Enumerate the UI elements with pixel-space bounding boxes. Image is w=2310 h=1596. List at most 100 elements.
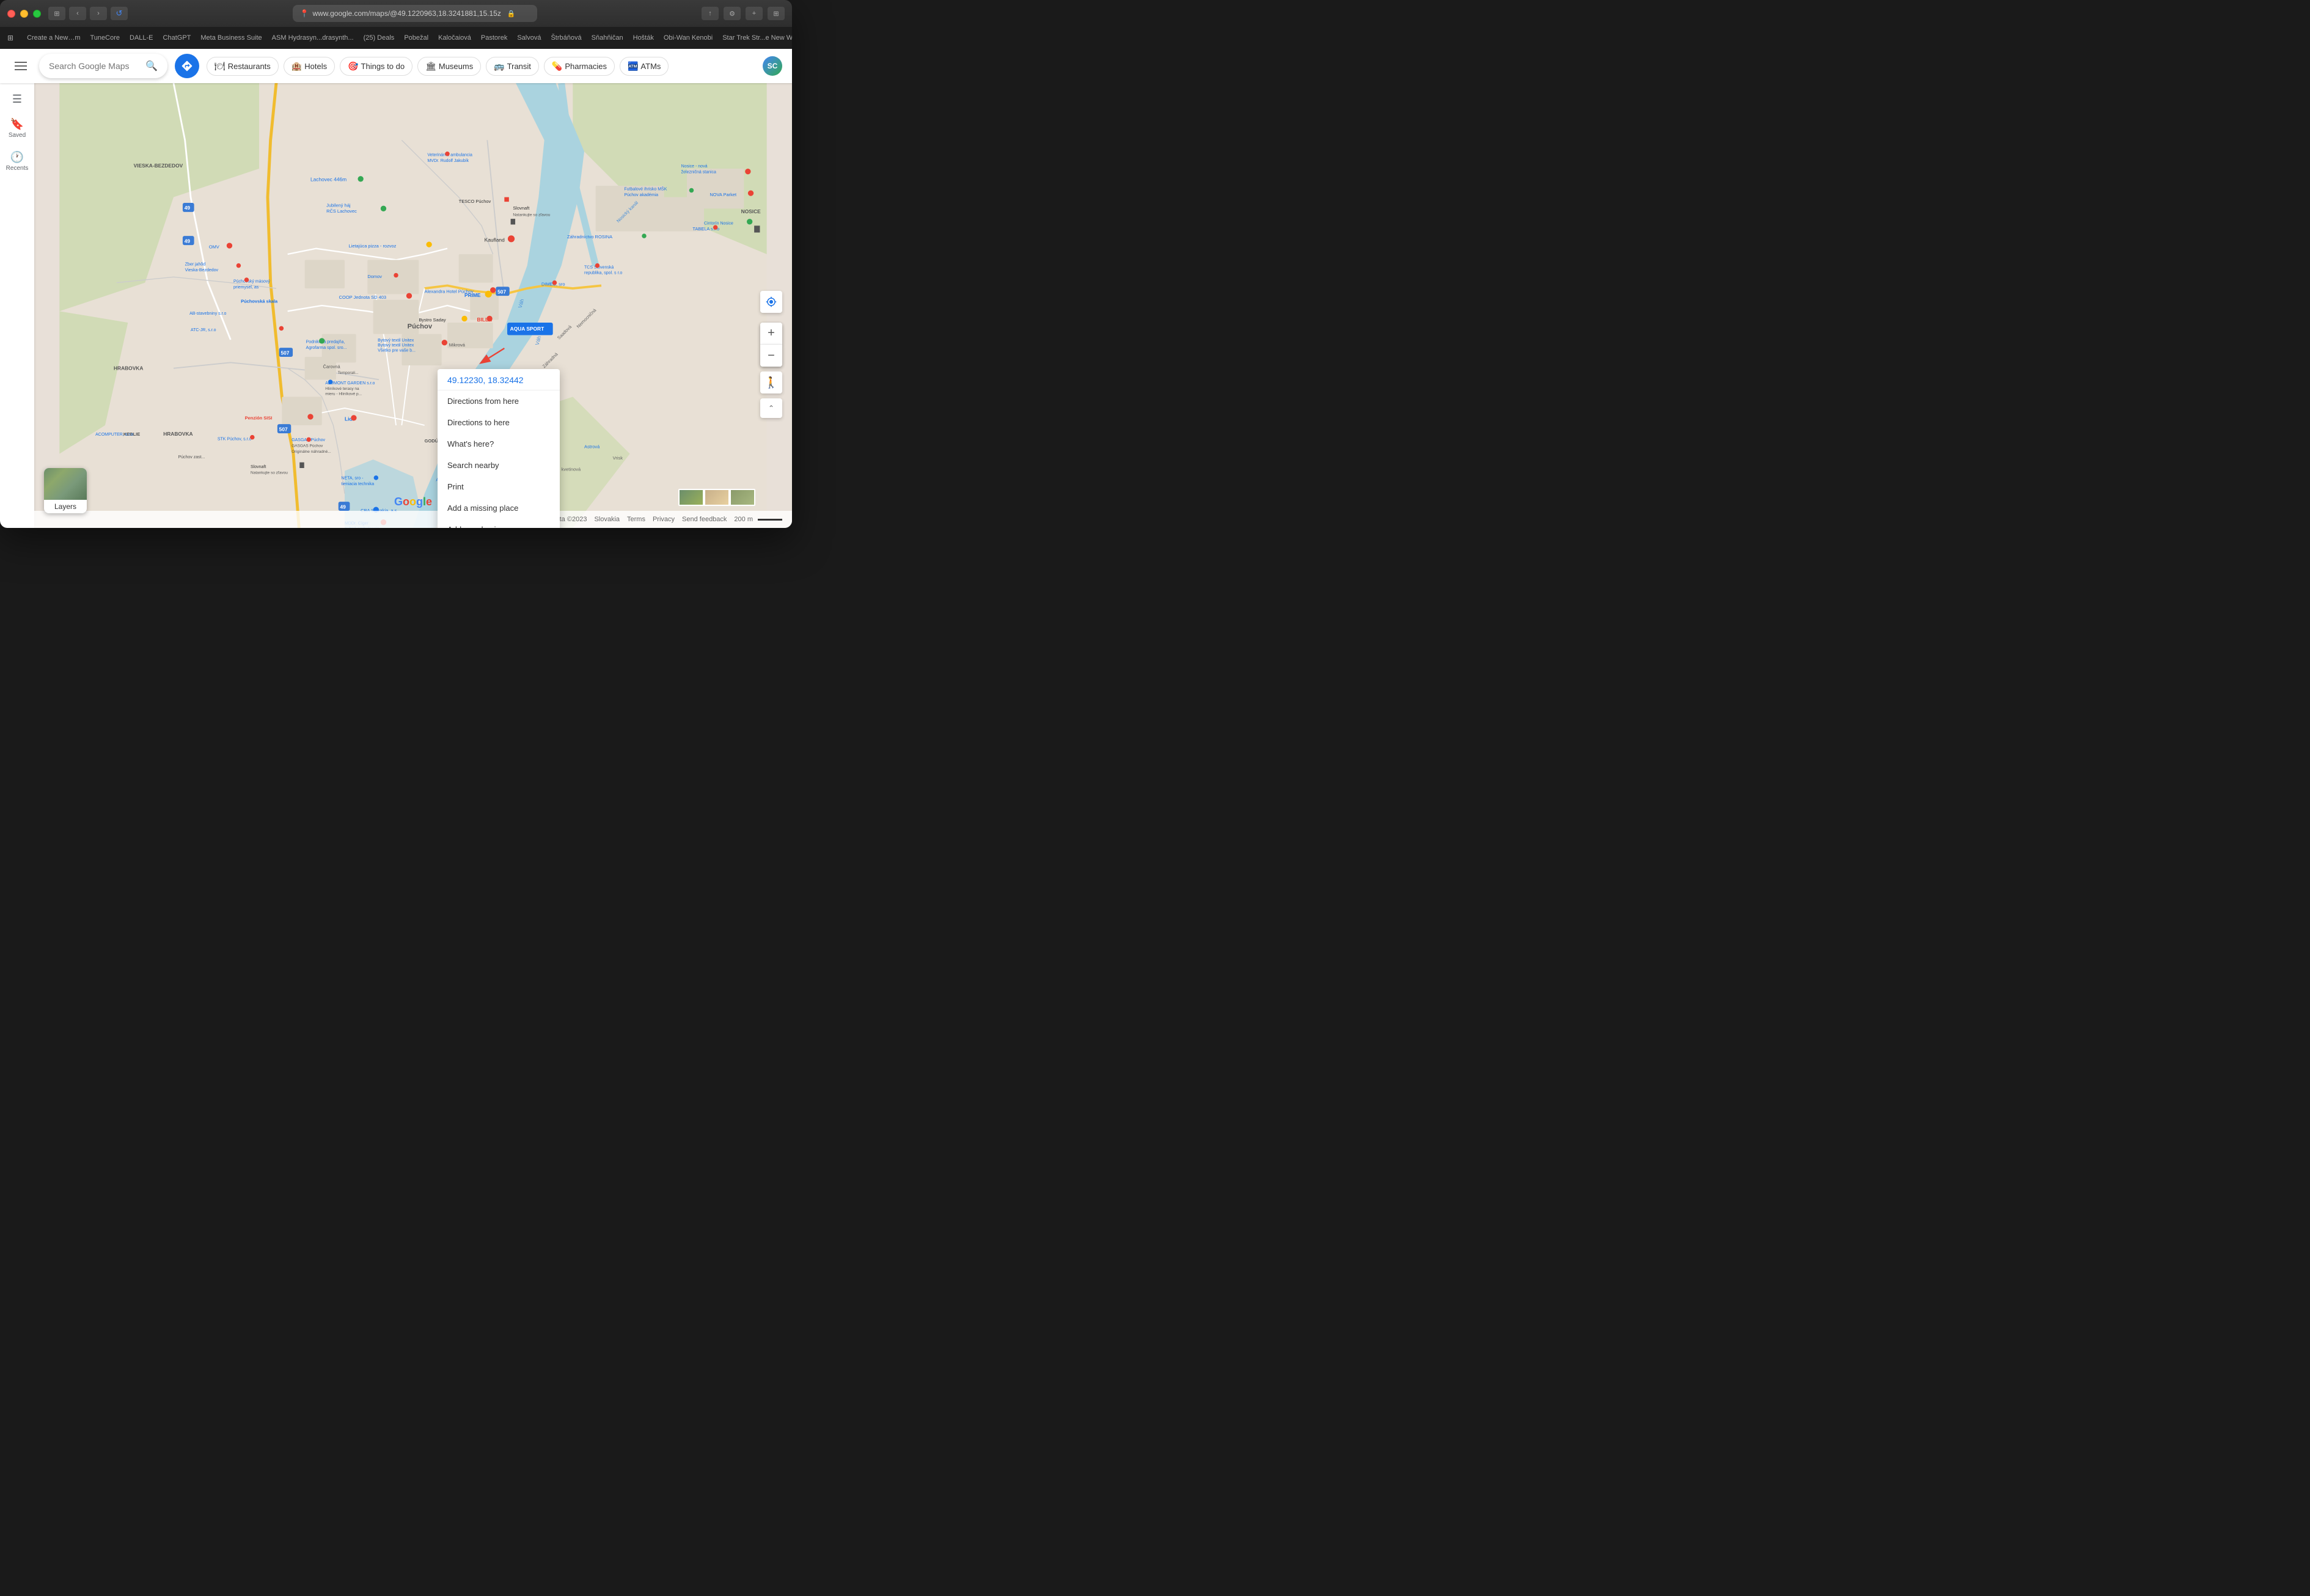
svg-text:NOVA Parket: NOVA Parket: [710, 192, 737, 197]
bookmark-salvo[interactable]: Salvová: [513, 33, 544, 43]
streetview-button[interactable]: 🚶: [760, 372, 782, 394]
user-avatar[interactable]: SC: [763, 56, 782, 76]
new-tab-button[interactable]: +: [746, 7, 763, 20]
pill-transit[interactable]: 🚌 Transit: [486, 57, 539, 76]
svg-text:Púchov akadémia: Púchov akadémia: [624, 193, 658, 197]
menu-item-directions-from[interactable]: Directions from here: [438, 390, 560, 412]
svg-text:NETA, sro -: NETA, sro -: [341, 477, 364, 481]
pill-atms-label: ATMs: [640, 62, 661, 71]
saved-icon: 🔖: [10, 118, 24, 131]
back-button[interactable]: ‹: [69, 7, 86, 20]
menu-item-whats-here[interactable]: What's here?: [438, 433, 560, 455]
apps-icon[interactable]: ⊞: [5, 32, 16, 43]
bookmark-dalle[interactable]: DALL-E: [126, 33, 157, 43]
pill-pharmacies-label: Pharmacies: [565, 62, 607, 71]
layers-thumbnail: [44, 468, 87, 500]
sidebar-toggle-button[interactable]: ⊞: [48, 7, 65, 20]
bookmark-obiwan[interactable]: Obi-Wan Kenobi: [660, 33, 716, 43]
map-body: ☰ 🔖 Saved 🕐 Recents: [0, 83, 792, 528]
svg-text:Bytový textil Unitex: Bytový textil Unitex: [378, 343, 414, 348]
maximize-button[interactable]: [33, 10, 41, 18]
svg-text:Bystro Saday: Bystro Saday: [419, 317, 446, 323]
bookmark-kalo[interactable]: Kaločaiová: [435, 33, 475, 43]
menu-item-add-business[interactable]: Add your business: [438, 519, 560, 528]
pill-museums[interactable]: 🏛 Museums: [417, 57, 481, 76]
pill-museums-label: Museums: [439, 62, 473, 71]
extensions-button[interactable]: ⚙: [724, 7, 741, 20]
satellite-type-button[interactable]: [704, 489, 730, 506]
layers-box[interactable]: Layers: [44, 468, 87, 513]
svg-text:Jubilený háj: Jubilený háj: [326, 203, 351, 208]
pill-pharmacies[interactable]: 💊 Pharmacies: [544, 57, 615, 76]
zoom-controls: + −: [760, 323, 782, 367]
svg-text:Domov: Domov: [367, 274, 382, 279]
location-button[interactable]: [760, 291, 782, 313]
menu-item-add-missing[interactable]: Add a missing place: [438, 497, 560, 519]
feedback-link[interactable]: Send feedback: [682, 516, 727, 523]
svg-text:HRABOVKA: HRABOVKA: [114, 365, 143, 371]
tabs-button[interactable]: ⊞: [768, 7, 785, 20]
search-input[interactable]: [49, 61, 141, 71]
sidebar-item-recents[interactable]: 🕐 Recents: [2, 146, 32, 177]
bookmark-meta[interactable]: Meta Business Suite: [197, 33, 265, 43]
context-menu: 49.12230, 18.32442 Directions from here …: [438, 369, 560, 528]
maps-container: 🔍 🍽 Restaurants 🏨 Hotels 🎯 Things: [0, 49, 792, 528]
svg-text:OMV: OMV: [209, 244, 219, 250]
bookmark-snah[interactable]: Sňahňičan: [588, 33, 627, 43]
bookmark-deals[interactable]: (25) Deals: [360, 33, 398, 43]
search-bar[interactable]: 🔍: [39, 54, 167, 78]
menu-item-directions-to[interactable]: Directions to here: [438, 412, 560, 433]
bookmark-pobezal[interactable]: Pobežal: [400, 33, 432, 43]
svg-text:Záhradníctvo ROSINA: Záhradníctvo ROSINA: [567, 234, 612, 240]
bookmark-pastorek[interactable]: Pastorek: [477, 33, 511, 43]
map-canvas[interactable]: VIESKA-BEZDEDOV Lachovec 446m TESCO Púch…: [34, 83, 792, 528]
svg-text:ACOMPUTER, s.r.o: ACOMPUTER, s.r.o: [95, 433, 133, 437]
hotels-icon: 🏨: [292, 61, 302, 71]
map-svg: VIESKA-BEZDEDOV Lachovec 446m TESCO Púch…: [34, 83, 792, 528]
titlebar: ⊞ ‹ › ↺ 📍 www.google.com/maps/@49.122096…: [0, 0, 792, 27]
forward-button[interactable]: ›: [90, 7, 107, 20]
url-bar[interactable]: 📍 www.google.com/maps/@49.1220963,18.324…: [293, 5, 537, 22]
directions-button[interactable]: [175, 54, 199, 78]
atms-icon: 🏧: [628, 61, 638, 71]
share-button[interactable]: ↑: [702, 7, 719, 20]
close-button[interactable]: [7, 10, 15, 18]
svg-text:Veterinárna ambulancia: Veterinárna ambulancia: [427, 153, 472, 157]
bookmark-create-new[interactable]: Create a New…m: [23, 33, 84, 43]
pill-atms[interactable]: 🏧 ATMs: [620, 57, 669, 76]
menu-item-search-nearby[interactable]: Search nearby: [438, 455, 560, 476]
bookmark-hostak[interactable]: Hošták: [629, 33, 658, 43]
svg-text:507: 507: [497, 288, 506, 295]
svg-text:HRABOVKA: HRABOVKA: [163, 431, 193, 437]
zoom-in-button[interactable]: +: [760, 323, 782, 345]
bookmark-asm[interactable]: ASM Hydrasyn...drasynth...: [268, 33, 358, 43]
bookmark-tunecore[interactable]: TuneCore: [86, 33, 123, 43]
pill-restaurants[interactable]: 🍽 Restaurants: [207, 57, 279, 76]
pill-transit-label: Transit: [507, 62, 531, 71]
expand-button[interactable]: ⌃: [760, 398, 782, 418]
browser-window: ⊞ ‹ › ↺ 📍 www.google.com/maps/@49.122096…: [0, 0, 792, 528]
sidebar-item-menu[interactable]: ☰: [2, 88, 32, 111]
menu-item-print[interactable]: Print: [438, 476, 560, 497]
pill-things-to-do[interactable]: 🎯 Things to do: [340, 57, 413, 76]
terrain-type-button[interactable]: [678, 489, 704, 506]
bookmark-startrek[interactable]: Star Trek Str...e New Worlds: [719, 33, 792, 43]
svg-text:NOSICE: NOSICE: [741, 208, 761, 214]
minimize-button[interactable]: [20, 10, 28, 18]
search-button[interactable]: 🔍: [145, 60, 158, 72]
hamburger-menu[interactable]: [10, 57, 32, 75]
privacy-link[interactable]: Privacy: [653, 516, 675, 523]
svg-text:Penzión SISI: Penzión SISI: [245, 415, 273, 421]
refresh-button[interactable]: ↺: [111, 7, 128, 20]
terms-link[interactable]: Terms: [627, 516, 645, 523]
svg-text:RČS Lachovec: RČS Lachovec: [326, 208, 357, 214]
pill-restaurants-label: Restaurants: [228, 62, 271, 71]
svg-text:Slovnaft: Slovnaft: [513, 205, 530, 211]
layers-button[interactable]: Layers: [44, 468, 87, 513]
bookmark-strb[interactable]: Štrbáňová: [547, 33, 585, 43]
bookmark-chatgpt[interactable]: ChatGPT: [160, 33, 195, 43]
pill-hotels[interactable]: 🏨 Hotels: [284, 57, 335, 76]
map-type-button[interactable]: [730, 489, 755, 506]
sidebar-item-saved[interactable]: 🔖 Saved: [2, 113, 32, 144]
zoom-out-button[interactable]: −: [760, 345, 782, 367]
